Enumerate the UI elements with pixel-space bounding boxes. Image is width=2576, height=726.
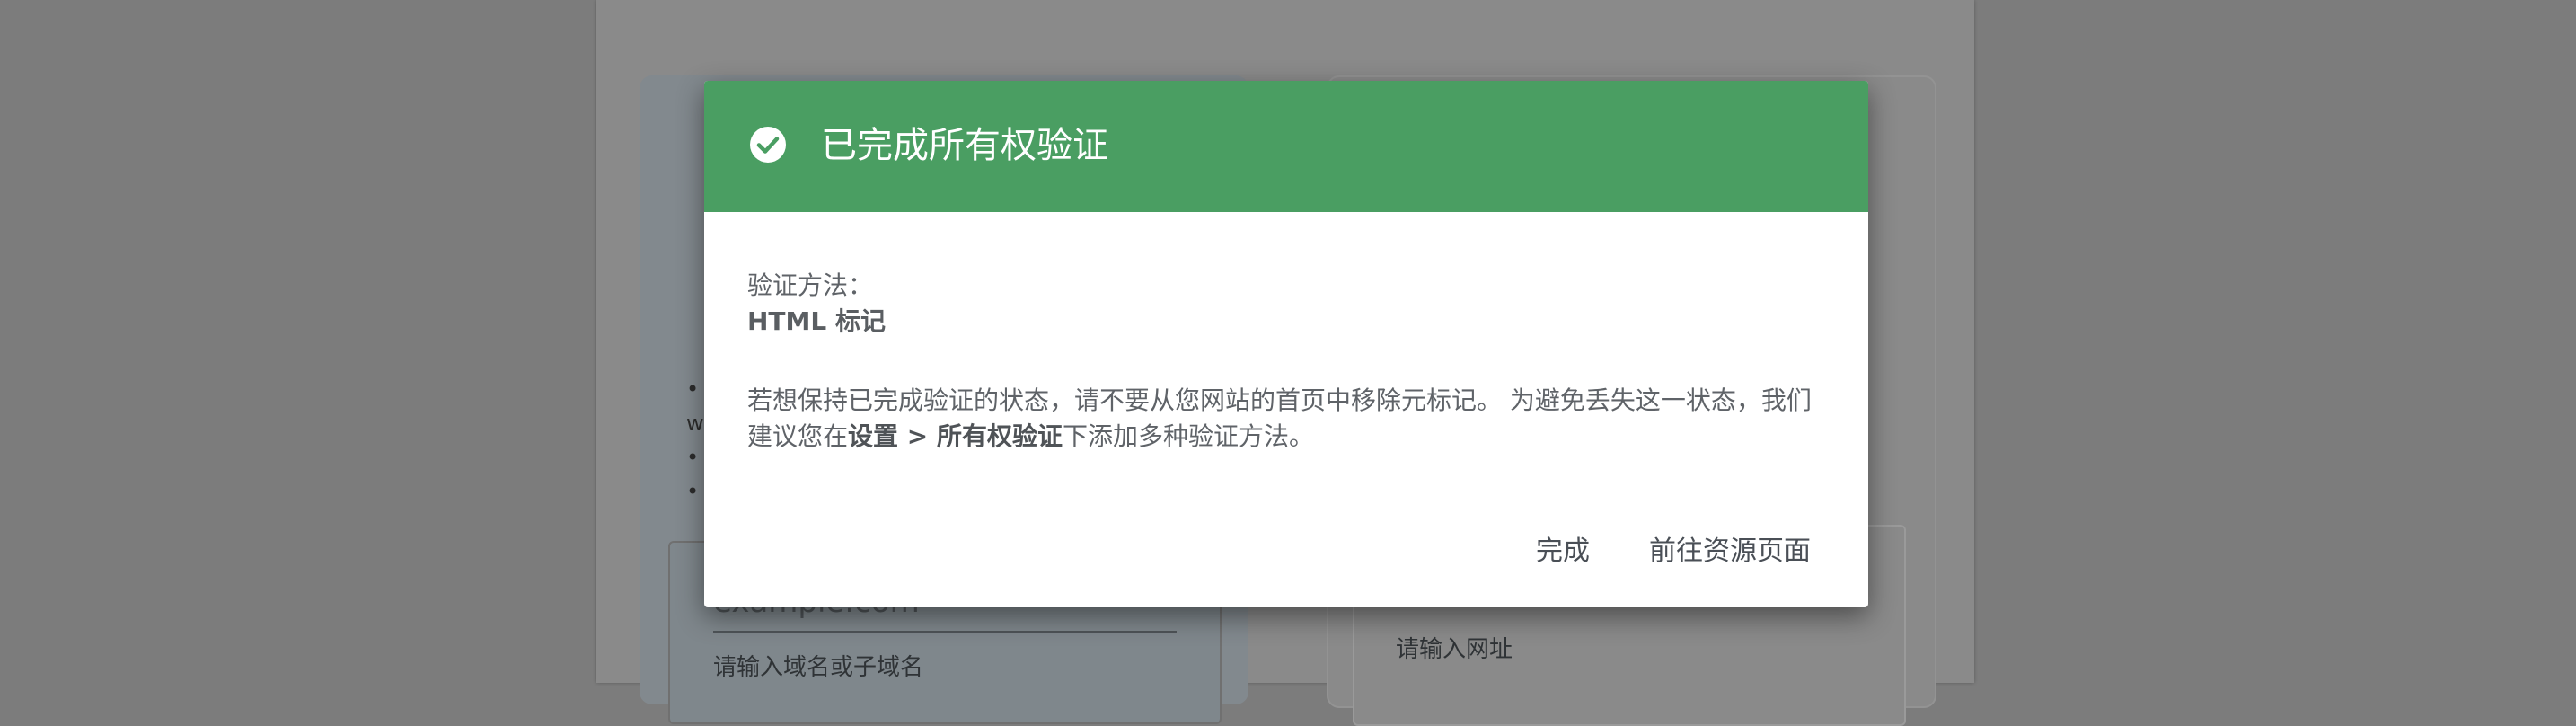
dialog-title: 已完成所有权验证 bbox=[821, 125, 1108, 166]
bullet-2: • bbox=[686, 445, 700, 470]
check-circle-icon bbox=[750, 127, 786, 163]
verification-dialog: 已完成所有权验证 验证方法： HTML 标记 若想保持已完成验证的状态，请不要从… bbox=[704, 81, 1868, 607]
dialog-description: 若想保持已完成验证的状态，请不要从您网站的首页中移除元标记。 为避免丢失这一状态… bbox=[747, 383, 1825, 455]
domain-input-underline bbox=[713, 631, 1177, 633]
url-input-hint: 请输入网址 bbox=[1396, 636, 1513, 663]
dialog-body: 验证方法： HTML 标记 若想保持已完成验证的状态，请不要从您网站的首页中移除… bbox=[747, 268, 1825, 455]
settings-path: 设置 > 所有权验证 bbox=[848, 421, 1063, 451]
verification-method-value: HTML 标记 bbox=[747, 306, 886, 336]
desc-text-2: 下添加多种验证方法。 bbox=[1062, 421, 1314, 451]
bullet-3: • bbox=[686, 479, 700, 504]
verification-method-label: 验证方法： bbox=[747, 270, 874, 300]
done-button[interactable]: 完成 bbox=[1536, 528, 1590, 568]
dialog-header: 已完成所有权验证 bbox=[704, 81, 1868, 212]
go-to-property-button[interactable]: 前往资源页面 bbox=[1649, 528, 1811, 568]
dialog-actions: 完成 前往资源页面 bbox=[1536, 528, 1811, 568]
bullet-1: • bbox=[686, 376, 700, 402]
bullet-1-wrap: w bbox=[686, 411, 704, 436]
domain-bullets: • w • • bbox=[686, 372, 704, 509]
domain-input-hint: 请输入域名或子域名 bbox=[713, 654, 924, 681]
